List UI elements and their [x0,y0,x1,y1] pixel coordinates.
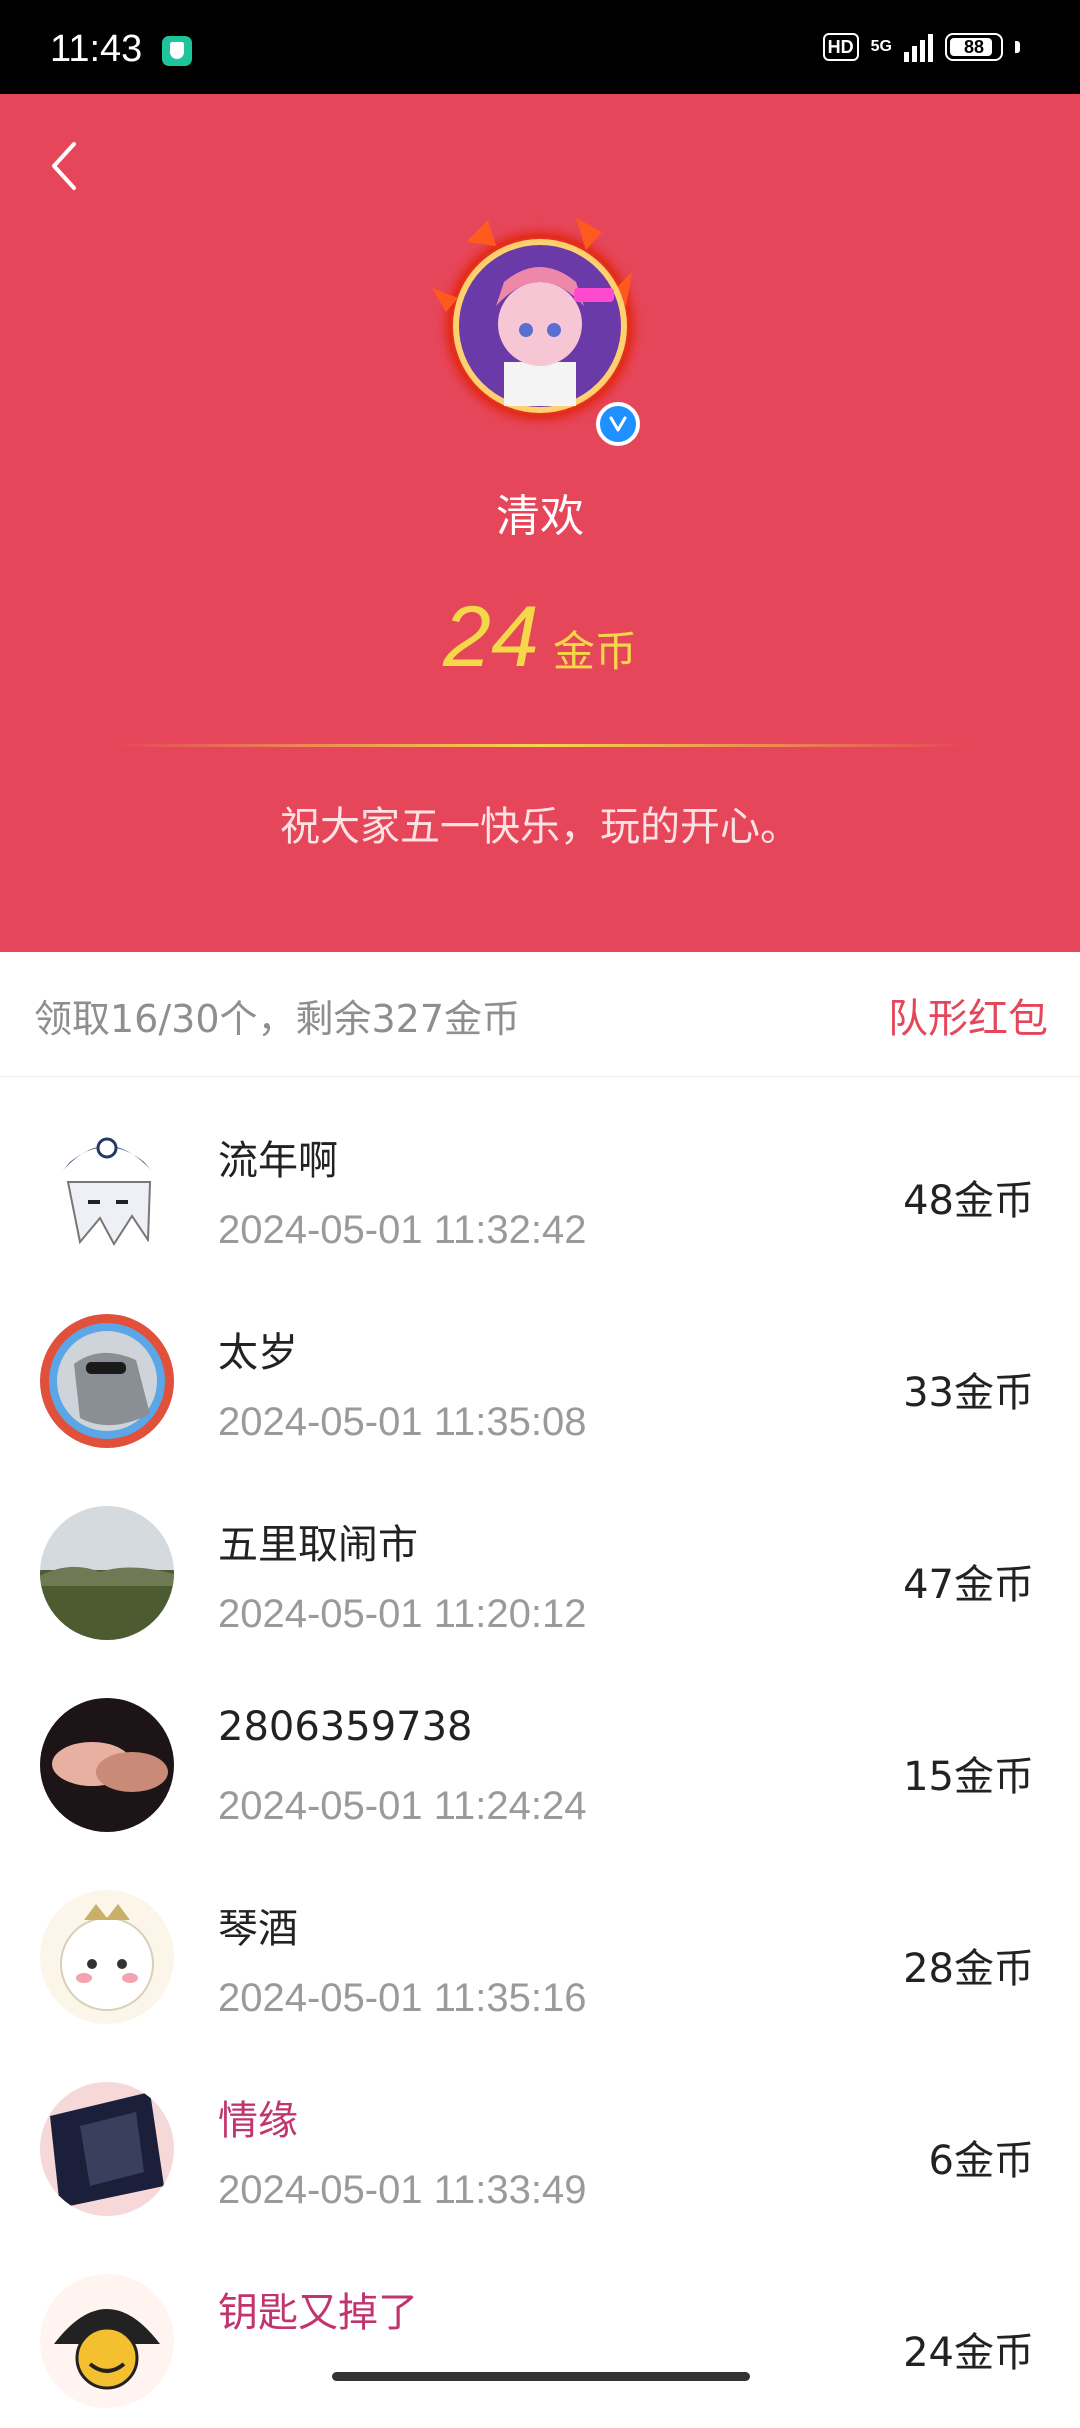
list-item[interactable]: 钥匙又掉了 24金币 [0,2236,1080,2428]
list-item[interactable]: 流年啊 2024-05-01 11:32:42 48金币 [0,1084,1080,1276]
packet-type-label: 队形红包 [888,996,1048,1042]
amount-unit: 金币 [552,627,637,676]
avatar[interactable] [40,1890,174,2024]
claim-time: 2024-05-01 11:35:16 [218,1976,587,2020]
claim-amount: 15金币 [903,1754,1034,1800]
signal-icon [904,32,933,62]
claim-time: 2024-05-01 11:32:42 [218,1208,587,1252]
battery-icon: 88 [945,33,1003,61]
verified-badge-icon [596,402,640,446]
claim-amount: 6金币 [928,2138,1034,2184]
claim-amount: 48金币 [903,1178,1034,1224]
avatar[interactable] [40,1122,174,1256]
list-item[interactable]: 情缘 2024-05-01 11:33:49 6金币 [0,2044,1080,2236]
user-name: 琴酒 [218,1906,298,1952]
amount-value: 24 [443,589,539,685]
list-item[interactable]: 琴酒 2024-05-01 11:35:16 28金币 [0,1852,1080,2044]
network-type: 5G [870,38,892,55]
list-item[interactable]: 五里取闹市 2024-05-01 11:20:12 47金币 [0,1468,1080,1660]
battery-level: 88 [963,36,985,57]
hd-icon: HD [822,33,859,61]
claim-summary: 领取16/30个，剩余327金币 队形红包 [0,952,1080,1077]
back-arrow-icon[interactable] [40,116,90,206]
claim-list: 流年啊 2024-05-01 11:32:42 48金币 太岁 2024-05-… [0,1084,1080,2428]
claim-time: 2024-05-01 11:35:08 [218,1400,587,1444]
list-item[interactable]: 2806359738 2024-05-01 11:24:24 15金币 [0,1660,1080,1852]
gold-divider [110,744,970,747]
sender-name: 清欢 [496,491,584,542]
claim-summary-text: 领取16/30个，剩余327金币 [34,997,521,1041]
avatar[interactable] [40,1314,174,1448]
user-name: 2806359738 [218,1704,473,1750]
sender-avatar[interactable] [426,202,654,430]
home-indicator[interactable] [332,2372,750,2381]
user-name: 太岁 [218,1330,298,1376]
avatar[interactable] [40,2082,174,2216]
user-name: 钥匙又掉了 [218,2290,418,2336]
claim-amount: 33金币 [903,1370,1034,1416]
avatar[interactable] [40,1506,174,1640]
avatar[interactable] [40,1698,174,1832]
claim-amount: 28金币 [903,1946,1034,1992]
red-packet-header: 清欢 24 金币 祝大家五一快乐，玩的开心。 [0,94,1080,952]
shield-icon [162,36,192,66]
status-time: 11:43 [50,28,143,70]
avatar[interactable] [40,2274,174,2408]
claim-time: 2024-05-01 11:33:49 [218,2168,587,2212]
status-icons: HD 5G 88 [822,32,1020,62]
blessing-message: 祝大家五一快乐，玩的开心。 [280,804,800,850]
received-amount: 24 金币 [0,588,1080,687]
battery-tip [1015,41,1020,53]
user-name: 流年啊 [218,1138,338,1184]
claim-amount: 47金币 [903,1562,1034,1608]
user-name: 情缘 [218,2098,298,2144]
claim-amount: 24金币 [903,2330,1034,2376]
list-item[interactable]: 太岁 2024-05-01 11:35:08 33金币 [0,1276,1080,1468]
claim-time: 2024-05-01 11:20:12 [218,1592,587,1636]
status-bar: 11:43 HD 5G 88 [0,0,1080,94]
claim-time: 2024-05-01 11:24:24 [218,1784,587,1828]
user-name: 五里取闹市 [218,1522,418,1568]
